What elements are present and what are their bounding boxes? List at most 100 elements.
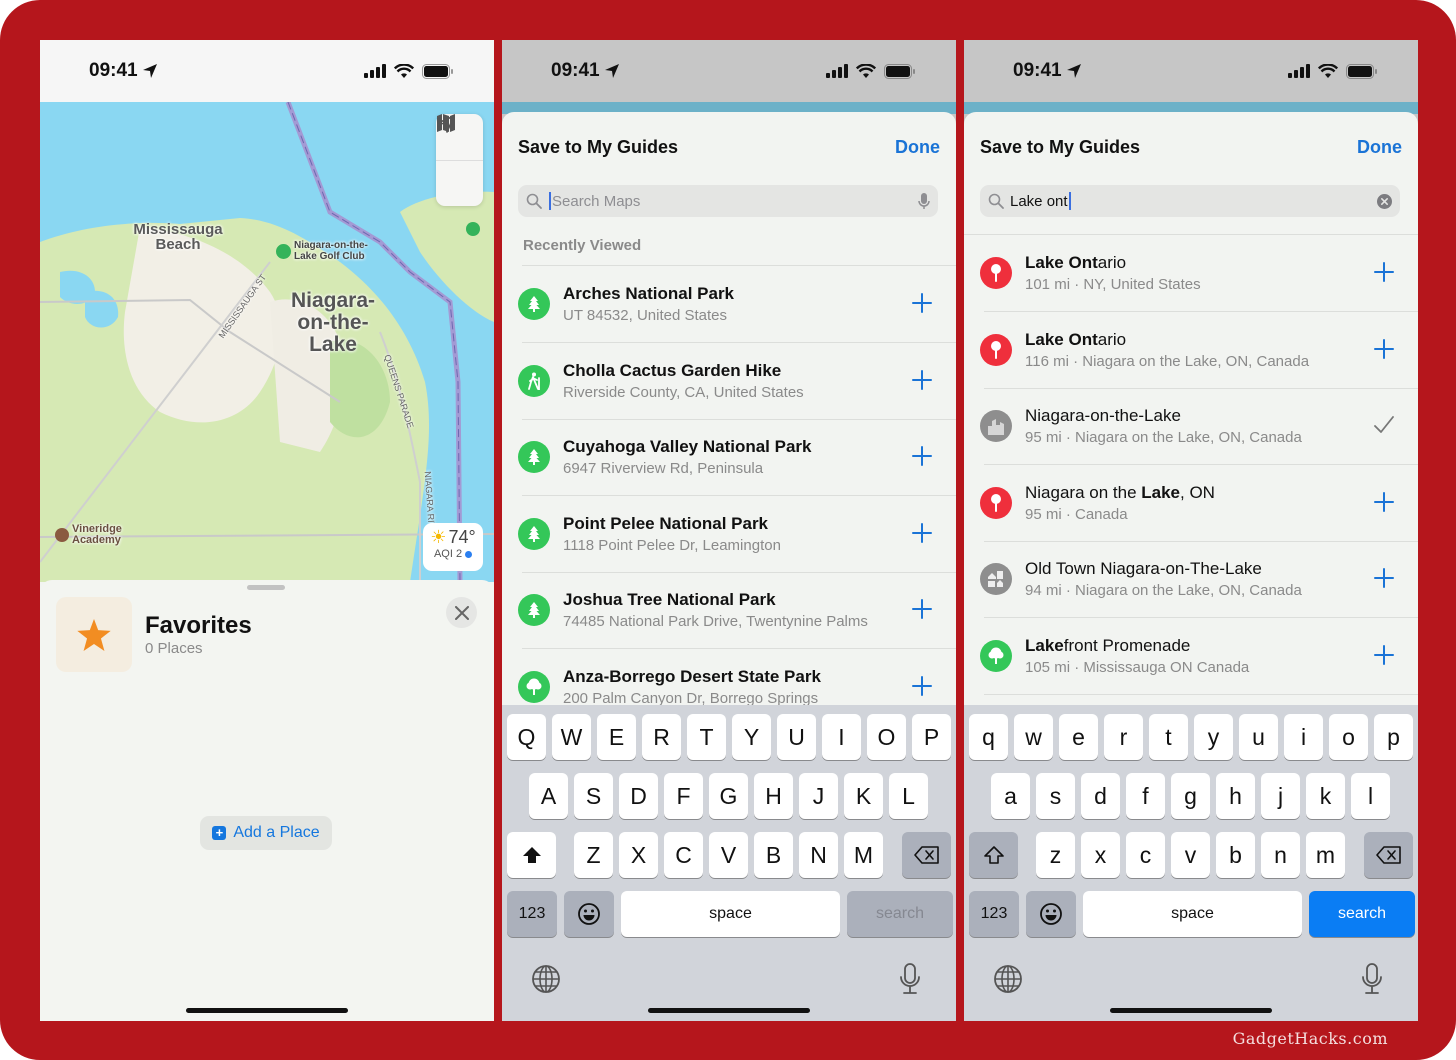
key-s[interactable]: s — [1036, 773, 1075, 819]
key-o[interactable]: O — [867, 714, 906, 760]
key-e[interactable]: e — [1059, 714, 1098, 760]
microphone-icon[interactable] — [918, 192, 930, 210]
space-key[interactable]: space — [1083, 891, 1302, 937]
add-button[interactable] — [1372, 643, 1396, 667]
add-button[interactable] — [1372, 260, 1396, 284]
key-t[interactable]: t — [1149, 714, 1188, 760]
add-button[interactable] — [910, 291, 934, 315]
key-g[interactable]: G — [709, 773, 748, 819]
search-key[interactable]: search — [1309, 891, 1415, 937]
search-result-item[interactable]: Lakefront Promenade 105 mi · Mississauga … — [964, 618, 1418, 695]
dictation-mic-icon[interactable] — [899, 963, 921, 1000]
add-button[interactable] — [910, 597, 934, 621]
current-location-button[interactable] — [436, 115, 483, 206]
backspace-key[interactable] — [1364, 832, 1413, 878]
sheet-grabber[interactable] — [247, 585, 285, 590]
key-i[interactable]: i — [1284, 714, 1323, 760]
key-l[interactable]: l — [1351, 773, 1390, 819]
search-result-item[interactable]: Niagara on the Lake, ON 95 mi · Canada — [964, 465, 1418, 542]
shift-key[interactable] — [507, 832, 556, 878]
key-c[interactable]: C — [664, 832, 703, 878]
key-i[interactable]: I — [822, 714, 861, 760]
list-item[interactable]: Joshua Tree National Park 74485 National … — [502, 572, 956, 649]
key-h[interactable]: h — [1216, 773, 1255, 819]
key-y[interactable]: y — [1194, 714, 1233, 760]
key-q[interactable]: Q — [507, 714, 546, 760]
key-k[interactable]: k — [1306, 773, 1345, 819]
dictation-mic-icon[interactable] — [1361, 963, 1383, 1000]
backspace-key[interactable] — [902, 832, 951, 878]
done-button[interactable]: Done — [1357, 137, 1402, 158]
list-item[interactable]: Cuyahoga Valley National Park 6947 Riverv… — [502, 419, 956, 496]
list-item[interactable]: Arches National Park UT 84532, United Sta… — [502, 266, 956, 343]
key-w[interactable]: W — [552, 714, 591, 760]
add-button[interactable] — [910, 368, 934, 392]
search-key[interactable]: search — [847, 891, 953, 937]
add-place-button[interactable]: + Add a Place — [200, 816, 332, 850]
key-m[interactable]: m — [1306, 832, 1345, 878]
key-g[interactable]: g — [1171, 773, 1210, 819]
emoji-key[interactable] — [1026, 891, 1076, 937]
key-a[interactable]: a — [991, 773, 1030, 819]
add-button[interactable] — [1372, 490, 1396, 514]
search-input[interactable]: Search Maps — [518, 185, 938, 217]
key-c[interactable]: c — [1126, 832, 1165, 878]
search-result-item[interactable]: Lake Ontario 101 mi · NY, United States — [964, 235, 1418, 312]
done-button[interactable]: Done — [895, 137, 940, 158]
numbers-key[interactable]: 123 — [507, 891, 557, 937]
shift-key[interactable] — [969, 832, 1018, 878]
weather-badge[interactable]: ☀ 74° AQI 2 — [423, 523, 483, 571]
clear-search-icon[interactable] — [1377, 193, 1392, 209]
key-h[interactable]: H — [754, 773, 793, 819]
list-item[interactable]: Point Pelee National Park 1118 Point Pele… — [502, 496, 956, 573]
emoji-key[interactable] — [564, 891, 614, 937]
key-r[interactable]: R — [642, 714, 681, 760]
globe-icon[interactable] — [993, 964, 1023, 999]
key-r[interactable]: r — [1104, 714, 1143, 760]
add-button[interactable] — [1372, 566, 1396, 590]
key-p[interactable]: P — [912, 714, 951, 760]
key-t[interactable]: T — [687, 714, 726, 760]
key-u[interactable]: U — [777, 714, 816, 760]
key-x[interactable]: x — [1081, 832, 1120, 878]
search-result-item[interactable]: Old Town Niagara-on-The-Lake 94 mi · Niag… — [964, 541, 1418, 618]
home-indicator[interactable] — [1110, 1008, 1272, 1013]
add-button[interactable] — [910, 521, 934, 545]
key-a[interactable]: A — [529, 773, 568, 819]
key-v[interactable]: V — [709, 832, 748, 878]
key-m[interactable]: M — [844, 832, 883, 878]
key-y[interactable]: Y — [732, 714, 771, 760]
key-b[interactable]: b — [1216, 832, 1255, 878]
key-k[interactable]: K — [844, 773, 883, 819]
home-indicator[interactable] — [648, 1008, 810, 1013]
search-result-item[interactable]: Niagara-on-the-Lake 95 mi · Niagara on th… — [964, 388, 1418, 465]
globe-icon[interactable] — [531, 964, 561, 999]
list-item[interactable]: Cholla Cactus Garden Hike Riverside Count… — [502, 343, 956, 420]
key-x[interactable]: X — [619, 832, 658, 878]
key-f[interactable]: F — [664, 773, 703, 819]
add-button[interactable] — [910, 674, 934, 698]
key-n[interactable]: N — [799, 832, 838, 878]
home-indicator[interactable] — [186, 1008, 348, 1013]
key-w[interactable]: w — [1014, 714, 1053, 760]
key-l[interactable]: L — [889, 773, 928, 819]
key-d[interactable]: d — [1081, 773, 1120, 819]
search-input[interactable]: Lake ont — [980, 185, 1400, 217]
key-o[interactable]: o — [1329, 714, 1368, 760]
key-b[interactable]: B — [754, 832, 793, 878]
key-j[interactable]: j — [1261, 773, 1300, 819]
add-button[interactable] — [910, 444, 934, 468]
key-z[interactable]: Z — [574, 832, 613, 878]
key-v[interactable]: v — [1171, 832, 1210, 878]
key-q[interactable]: q — [969, 714, 1008, 760]
key-d[interactable]: D — [619, 773, 658, 819]
key-j[interactable]: J — [799, 773, 838, 819]
key-f[interactable]: f — [1126, 773, 1165, 819]
map-view[interactable]: Mississauga Beach Niagara-on-the-Lake Go… — [40, 102, 494, 582]
close-button[interactable] — [446, 597, 477, 628]
key-p[interactable]: p — [1374, 714, 1413, 760]
space-key[interactable]: space — [621, 891, 840, 937]
add-button[interactable] — [1372, 337, 1396, 361]
key-n[interactable]: n — [1261, 832, 1300, 878]
numbers-key[interactable]: 123 — [969, 891, 1019, 937]
